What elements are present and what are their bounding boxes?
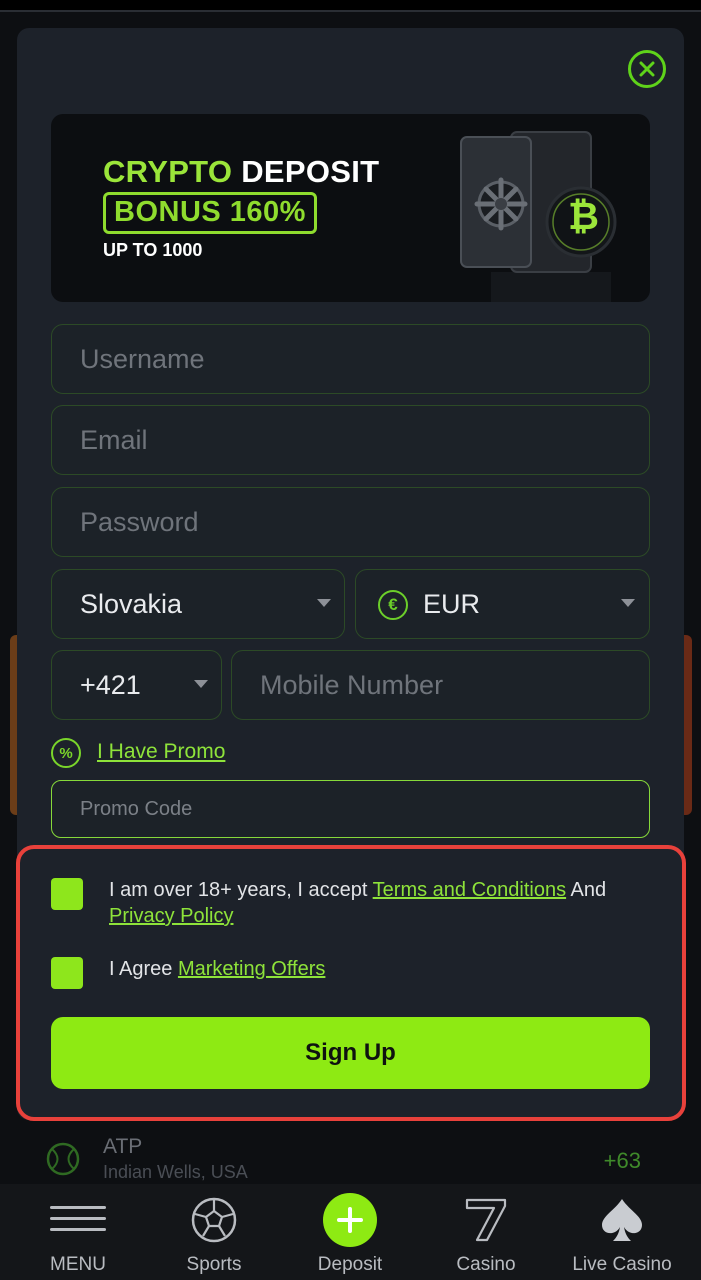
nav-deposit-label: Deposit: [317, 1254, 383, 1275]
marketing-offers-link[interactable]: Marketing Offers: [178, 958, 325, 980]
mobile-placeholder: Mobile Number: [260, 669, 444, 700]
mobile-number-input[interactable]: Mobile Number: [231, 650, 650, 720]
tennis-ball-icon: [46, 1142, 80, 1176]
banner-title-white: DEPOSIT: [241, 154, 380, 189]
euro-symbol: €: [388, 595, 398, 614]
nav-deposit[interactable]: Deposit: [280, 1184, 420, 1280]
nav-sports[interactable]: Sports: [144, 1184, 284, 1280]
country-select[interactable]: Slovakia: [51, 569, 345, 639]
spade-icon: [602, 1199, 642, 1241]
bottom-navigation: MENU Sports Deposit Casino Live Casino: [0, 1184, 701, 1280]
euro-icon: €: [378, 590, 408, 620]
banner-title: CRYPTO DEPOSIT: [103, 154, 379, 190]
background-match-row: ATP Indian Wells, USA +63: [0, 1128, 701, 1184]
username-input[interactable]: Username: [51, 324, 650, 394]
email-placeholder: Email: [80, 424, 148, 455]
background-top-bar: [0, 0, 701, 12]
phone-code-select[interactable]: +421: [51, 650, 222, 720]
banner-bonus: BONUS 160%: [103, 192, 317, 234]
crypto-deposit-banner[interactable]: CRYPTO DEPOSIT BONUS 160% UP TO 1000 ₿: [51, 114, 650, 302]
password-input[interactable]: Password: [51, 487, 650, 557]
seven-icon: [465, 1198, 507, 1242]
plus-icon: [323, 1193, 377, 1247]
age-terms-checkbox[interactable]: [51, 878, 83, 910]
promo-toggle[interactable]: % I Have Promo: [51, 736, 451, 772]
banner-subline: UP TO 1000: [103, 240, 203, 260]
chevron-down-icon: [621, 599, 635, 607]
close-icon: [639, 61, 655, 77]
currency-value: EUR: [423, 588, 481, 619]
promo-code-input[interactable]: Promo Code: [51, 780, 650, 838]
and-text: And: [566, 879, 607, 901]
privacy-policy-link[interactable]: Privacy Policy: [109, 905, 233, 927]
chevron-down-icon: [317, 599, 331, 607]
email-input[interactable]: Email: [51, 405, 650, 475]
nav-menu-label: MENU: [50, 1254, 106, 1275]
marketing-agree-text: I Agree: [109, 958, 178, 980]
nav-sports-label: Sports: [186, 1254, 242, 1275]
vault-icon: [460, 131, 617, 302]
promo-link[interactable]: I Have Promo: [97, 740, 225, 764]
marketing-checkbox[interactable]: [51, 957, 83, 989]
soccer-ball-icon: [191, 1197, 237, 1243]
username-placeholder: Username: [80, 343, 205, 374]
banner-title-green: CRYPTO: [103, 154, 233, 189]
chevron-down-icon: [194, 680, 208, 688]
country-value: Slovakia: [80, 588, 183, 619]
currency-select[interactable]: € EUR: [355, 569, 650, 639]
hamburger-icon: [50, 1206, 106, 1231]
match-odds: +63: [603, 1148, 641, 1173]
age-text: I am over 18+ years, I accept: [109, 879, 373, 901]
age-terms-text: I am over 18+ years, I accept Terms and …: [109, 877, 669, 929]
promo-code-placeholder: Promo Code: [80, 797, 193, 820]
sign-up-button[interactable]: Sign Up: [51, 1017, 650, 1089]
phone-code-value: +421: [80, 669, 141, 700]
promo-badge-symbol: %: [59, 744, 73, 762]
nav-menu[interactable]: MENU: [8, 1184, 148, 1280]
bitcoin-icon: ₿: [568, 194, 599, 238]
nav-live-casino-label: Live Casino: [572, 1254, 672, 1275]
nav-casino[interactable]: Casino: [416, 1184, 556, 1280]
terms-link[interactable]: Terms and Conditions: [373, 879, 566, 901]
marketing-text: I Agree Marketing Offers: [109, 956, 669, 982]
nav-live-casino[interactable]: Live Casino: [552, 1184, 692, 1280]
password-placeholder: Password: [80, 506, 199, 537]
close-button[interactable]: [628, 50, 666, 88]
match-league: ATP: [103, 1135, 143, 1158]
nav-casino-label: Casino: [456, 1254, 516, 1275]
promo-badge-icon: %: [51, 738, 81, 768]
match-location: Indian Wells, USA: [103, 1162, 248, 1182]
